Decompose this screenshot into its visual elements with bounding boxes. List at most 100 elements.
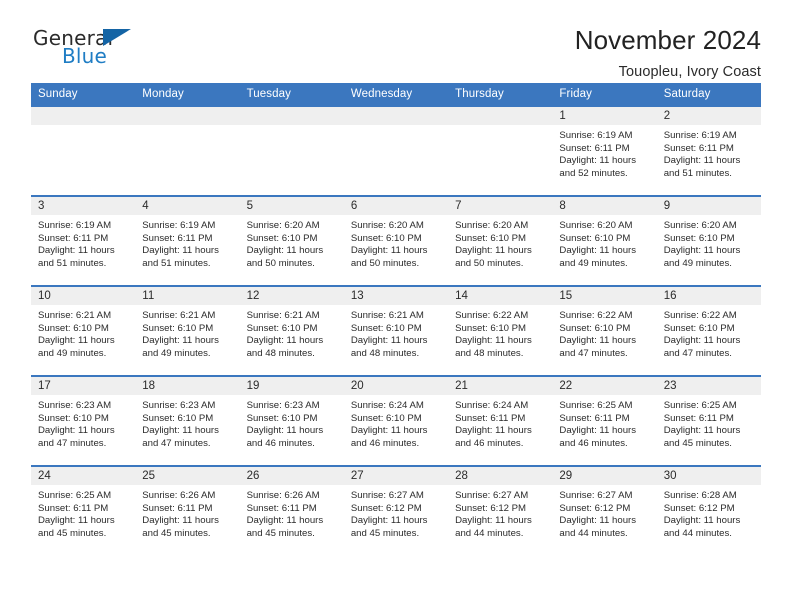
sunset-text: Sunset: 6:10 PM xyxy=(350,232,422,244)
calendar-day-cell[interactable]: 11 Sunrise: 6:21 AM Sunset: 6:10 PM Dayligh… xyxy=(135,285,240,376)
day-details: Sunrise: 6:23 AM Sunset: 6:10 PM Daylight:… xyxy=(240,395,344,450)
calendar-day-cell[interactable]: 14 Sunrise: 6:22 AM Sunset: 6:10 PM Dayligh… xyxy=(448,285,553,376)
calendar-day-cell[interactable]: 2 Sunrise: 6:19 AM Sunset: 6:11 PM Daylight… xyxy=(656,105,761,196)
calendar-day-cell[interactable]: 12 Sunrise: 6:21 AM Sunset: 6:10 PM Dayligh… xyxy=(239,285,344,376)
day-details: Sunrise: 6:27 AM Sunset: 6:12 PM Daylight:… xyxy=(552,485,656,540)
day-details: Sunrise: 6:25 AM Sunset: 6:11 PM Daylight:… xyxy=(657,395,761,450)
sunrise-text: Sunrise: 6:20 AM xyxy=(559,220,633,231)
calendar-day-cell[interactable]: 9 Sunrise: 6:20 AM Sunset: 6:10 PM Daylight… xyxy=(656,195,761,286)
sunrise-text: Sunrise: 6:20 AM xyxy=(455,220,529,231)
calendar-day-cell[interactable]: 23 Sunrise: 6:25 AM Sunset: 6:11 PM Dayligh… xyxy=(656,375,761,466)
day-details: Sunrise: 6:28 AM Sunset: 6:12 PM Daylight:… xyxy=(657,485,761,540)
day-number: 23 xyxy=(656,377,761,395)
weekday-header-sunday: Sunday xyxy=(31,83,136,106)
weekday-header-friday: Friday xyxy=(552,83,657,106)
daylight-text: and 51 minutes. xyxy=(142,257,211,269)
calendar-day-cell[interactable]: 7 Sunrise: 6:20 AM Sunset: 6:10 PM Daylight… xyxy=(448,195,553,286)
day-details: Sunrise: 6:20 AM Sunset: 6:10 PM Daylight:… xyxy=(552,215,656,270)
calendar-day-cell[interactable]: 6 Sunrise: 6:20 AM Sunset: 6:10 PM Daylight… xyxy=(343,195,449,286)
calendar-day-cell[interactable]: 16 Sunrise: 6:22 AM Sunset: 6:10 PM Dayligh… xyxy=(656,285,761,376)
sunset-text: Sunset: 6:10 PM xyxy=(559,322,631,334)
calendar-day-cell[interactable]: 19 Sunrise: 6:23 AM Sunset: 6:10 PM Dayligh… xyxy=(239,375,344,466)
calendar-day-cell[interactable]: 28 Sunrise: 6:27 AM Sunset: 6:12 PM Dayligh… xyxy=(448,465,553,556)
daylight-text: and 48 minutes. xyxy=(455,347,524,359)
sunset-text: Sunset: 6:10 PM xyxy=(663,322,735,334)
sunrise-text: Sunrise: 6:22 AM xyxy=(455,310,529,321)
weekday-header-monday: Monday xyxy=(135,83,240,106)
sunrise-text: Sunrise: 6:22 AM xyxy=(559,310,633,321)
calendar-day-cell[interactable]: 21 Sunrise: 6:24 AM Sunset: 6:11 PM Dayligh… xyxy=(448,375,553,466)
weekday-header-thursday: Thursday xyxy=(448,83,553,106)
daylight-text: and 50 minutes. xyxy=(455,257,524,269)
day-details: Sunrise: 6:21 AM Sunset: 6:10 PM Daylight:… xyxy=(31,305,135,360)
day-number xyxy=(343,107,449,125)
day-number: 1 xyxy=(552,107,657,125)
sunset-text: Sunset: 6:10 PM xyxy=(663,232,735,244)
calendar-table: Sunday Monday Tuesday Wednesday Thursday… xyxy=(31,83,761,556)
sunrise-text: Sunrise: 6:26 AM xyxy=(246,490,320,501)
sunset-text: Sunset: 6:10 PM xyxy=(350,412,422,424)
weekday-header-saturday: Saturday xyxy=(656,83,761,106)
sunrise-text: Sunrise: 6:24 AM xyxy=(350,400,424,411)
daylight-text: and 48 minutes. xyxy=(246,347,315,359)
day-number: 15 xyxy=(552,287,657,305)
calendar-day-cell[interactable]: 24 Sunrise: 6:25 AM Sunset: 6:11 PM Dayligh… xyxy=(31,465,136,556)
day-number: 6 xyxy=(343,197,449,215)
general-blue-logo[interactable]: General Blue xyxy=(31,26,151,74)
day-number: 3 xyxy=(31,197,136,215)
calendar-day-cell[interactable]: 1 Sunrise: 6:19 AM Sunset: 6:11 PM Daylight… xyxy=(552,105,657,196)
calendar-day-cell[interactable]: 5 Sunrise: 6:20 AM Sunset: 6:10 PM Daylight… xyxy=(239,195,344,286)
sunrise-text: Sunrise: 6:21 AM xyxy=(38,310,112,321)
calendar-day-cell[interactable]: 13 Sunrise: 6:21 AM Sunset: 6:10 PM Dayligh… xyxy=(343,285,449,376)
daylight-text: and 46 minutes. xyxy=(455,437,524,449)
daylight-text: Daylight: 11 hours xyxy=(663,425,741,437)
calendar-day-cell-empty xyxy=(448,105,553,196)
sunrise-text: Sunrise: 6:19 AM xyxy=(559,130,633,141)
calendar-day-cell[interactable]: 22 Sunrise: 6:25 AM Sunset: 6:11 PM Dayligh… xyxy=(552,375,657,466)
sunrise-text: Sunrise: 6:20 AM xyxy=(663,220,737,231)
calendar-day-cell[interactable]: 25 Sunrise: 6:26 AM Sunset: 6:11 PM Dayligh… xyxy=(135,465,240,556)
calendar-day-cell[interactable]: 8 Sunrise: 6:20 AM Sunset: 6:10 PM Daylight… xyxy=(552,195,657,286)
daylight-text: Daylight: 11 hours xyxy=(246,335,324,347)
day-details: Sunrise: 6:22 AM Sunset: 6:10 PM Daylight:… xyxy=(552,305,656,360)
day-number: 19 xyxy=(239,377,344,395)
daylight-text: and 46 minutes. xyxy=(559,437,628,449)
day-number: 25 xyxy=(135,467,240,485)
daylight-text: and 51 minutes. xyxy=(663,167,732,179)
calendar-body: 1 Sunrise: 6:19 AM Sunset: 6:11 PM Daylight… xyxy=(31,105,761,556)
sunset-text: Sunset: 6:11 PM xyxy=(559,142,630,154)
title-block: November 2024 Touopleu, Ivory Coast xyxy=(575,26,761,79)
day-number xyxy=(448,107,553,125)
daylight-text: Daylight: 11 hours xyxy=(350,245,428,257)
day-details: Sunrise: 6:20 AM Sunset: 6:10 PM Daylight:… xyxy=(657,215,761,270)
daylight-text: Daylight: 11 hours xyxy=(350,335,428,347)
daylight-text: Daylight: 11 hours xyxy=(350,515,428,527)
day-details: Sunrise: 6:23 AM Sunset: 6:10 PM Daylight:… xyxy=(135,395,239,450)
weekday-header-wednesday: Wednesday xyxy=(343,83,449,106)
sunrise-text: Sunrise: 6:27 AM xyxy=(455,490,529,501)
calendar-day-cell[interactable]: 30 Sunrise: 6:28 AM Sunset: 6:12 PM Dayligh… xyxy=(656,465,761,556)
calendar-day-cell[interactable]: 4 Sunrise: 6:19 AM Sunset: 6:11 PM Daylight… xyxy=(135,195,240,286)
calendar-day-cell-empty xyxy=(31,105,136,196)
day-number: 4 xyxy=(135,197,240,215)
calendar-day-cell[interactable]: 18 Sunrise: 6:23 AM Sunset: 6:10 PM Dayligh… xyxy=(135,375,240,466)
calendar-day-cell[interactable]: 17 Sunrise: 6:23 AM Sunset: 6:10 PM Dayligh… xyxy=(31,375,136,466)
calendar-day-cell[interactable]: 29 Sunrise: 6:27 AM Sunset: 6:12 PM Dayligh… xyxy=(552,465,657,556)
sunset-text: Sunset: 6:12 PM xyxy=(350,502,422,514)
day-number: 22 xyxy=(552,377,657,395)
daylight-text: and 47 minutes. xyxy=(559,347,628,359)
calendar-day-cell[interactable]: 27 Sunrise: 6:27 AM Sunset: 6:12 PM Dayligh… xyxy=(343,465,449,556)
daylight-text: Daylight: 11 hours xyxy=(663,155,741,167)
sunset-text: Sunset: 6:10 PM xyxy=(246,322,318,334)
sunrise-text: Sunrise: 6:27 AM xyxy=(350,490,424,501)
calendar-day-cell[interactable]: 3 Sunrise: 6:19 AM Sunset: 6:11 PM Daylight… xyxy=(31,195,136,286)
daylight-text: and 51 minutes. xyxy=(38,257,107,269)
calendar-day-cell[interactable]: 15 Sunrise: 6:22 AM Sunset: 6:10 PM Dayligh… xyxy=(552,285,657,376)
daylight-text: and 44 minutes. xyxy=(559,527,628,539)
calendar-day-cell[interactable]: 20 Sunrise: 6:24 AM Sunset: 6:10 PM Dayligh… xyxy=(343,375,449,466)
day-details: Sunrise: 6:26 AM Sunset: 6:11 PM Daylight:… xyxy=(135,485,239,540)
calendar-day-cell[interactable]: 26 Sunrise: 6:26 AM Sunset: 6:11 PM Dayligh… xyxy=(239,465,344,556)
day-number: 27 xyxy=(343,467,449,485)
calendar-day-cell[interactable]: 10 Sunrise: 6:21 AM Sunset: 6:10 PM Dayligh… xyxy=(31,285,136,376)
daylight-text: Daylight: 11 hours xyxy=(559,515,637,527)
